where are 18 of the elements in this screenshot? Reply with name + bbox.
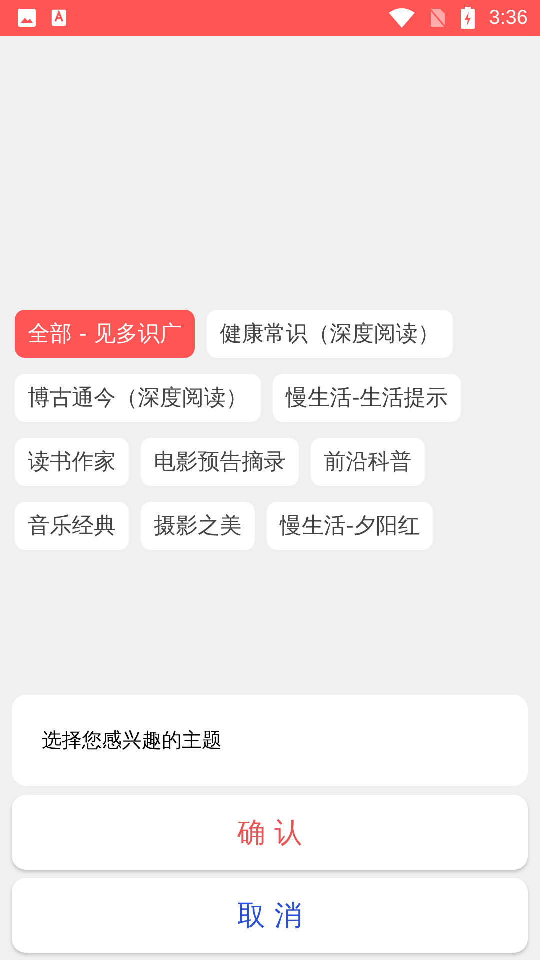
- topic-tag[interactable]: 慢生活-夕阳红: [267, 502, 433, 550]
- topic-tag[interactable]: 博古通今（深度阅读）: [15, 374, 261, 422]
- battery-charging-icon: [461, 7, 476, 29]
- topic-tag[interactable]: 摄影之美: [141, 502, 255, 550]
- topic-tag[interactable]: 读书作家: [15, 438, 129, 486]
- no-sim-icon: [429, 8, 448, 28]
- text-app-icon: [51, 8, 69, 28]
- dialog-message: 选择您感兴趣的主题: [12, 695, 528, 786]
- topic-tag[interactable]: 前沿科普: [311, 438, 425, 486]
- topic-tag[interactable]: 慢生活-生活提示: [273, 374, 461, 422]
- topic-tag[interactable]: 健康常识（深度阅读）: [206, 310, 453, 358]
- status-time: 3:36: [489, 6, 528, 30]
- wifi-icon: [389, 8, 416, 28]
- image-icon: [17, 8, 37, 28]
- topic-tag[interactable]: 电影预告摘录: [141, 438, 299, 486]
- cancel-button[interactable]: 取 消: [12, 878, 528, 953]
- topic-tag[interactable]: 音乐经典: [15, 502, 129, 550]
- confirm-button[interactable]: 确 认: [12, 795, 528, 870]
